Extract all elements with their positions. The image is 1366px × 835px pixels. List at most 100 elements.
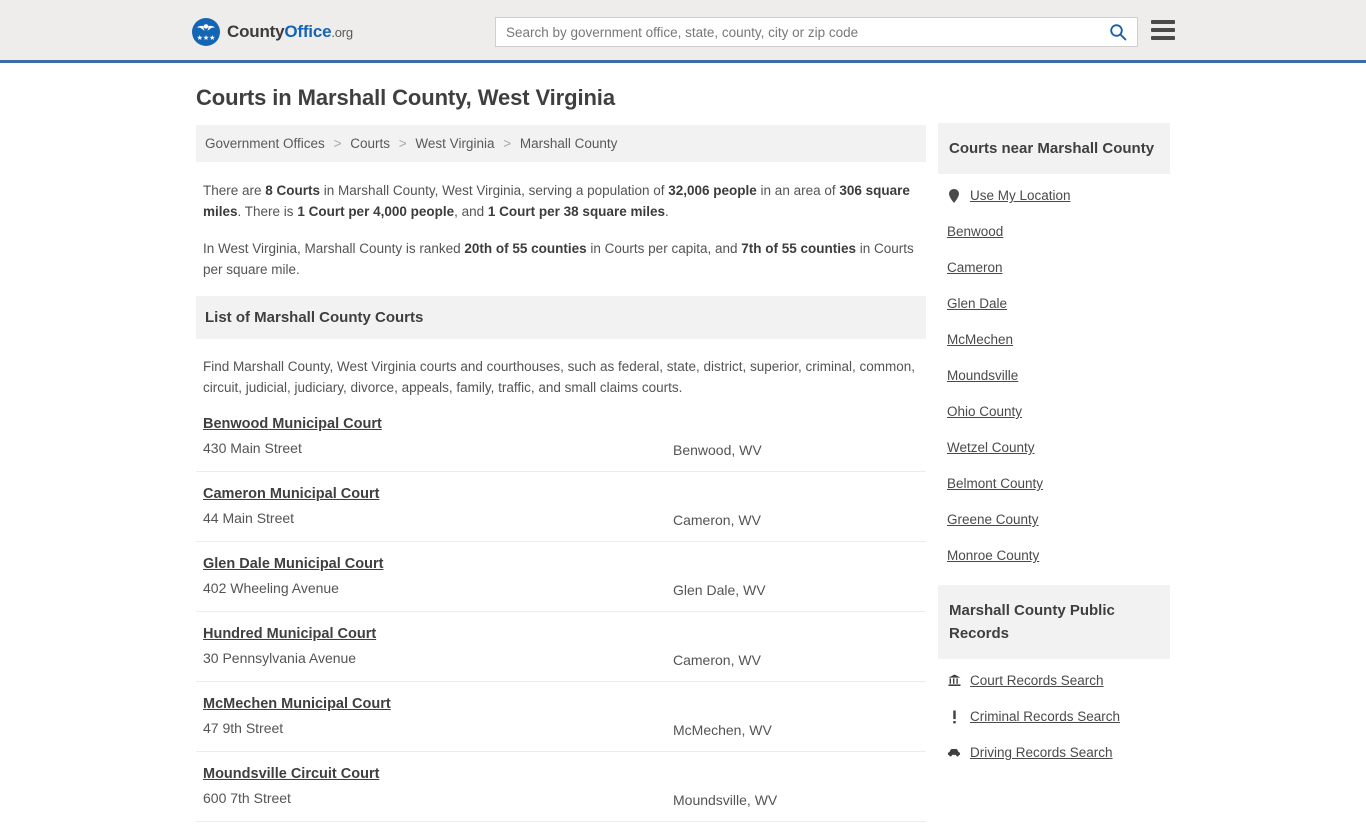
breadcrumb-item-west-virginia[interactable]: West Virginia [415,136,494,151]
nearby-link-label: Benwood [947,224,1004,239]
search-input[interactable] [496,18,1099,46]
court-city: Moundsville, WV [673,792,778,808]
court-address: 44 Main Street [203,510,295,526]
eagle-icon [196,24,216,31]
nearby-link-benwood[interactable]: Benwood [947,224,1161,239]
table-row: McMechen Municipal Court 47 9th Street M… [196,695,926,752]
table-row: Glen Dale Municipal Court 402 Wheeling A… [196,555,926,612]
stat-per-capita: 1 Court per 4,000 people [297,204,455,219]
intro-paragraph-counts: There are 8 Courts in Marshall County, W… [203,180,919,222]
court-address: 30 Pennsylvania Avenue [203,650,357,666]
exclamation-icon [947,710,961,724]
court-name-link[interactable]: McMechen Municipal Court [203,696,391,712]
nearby-link-belmont-county[interactable]: Belmont County [947,476,1161,491]
court-name-link[interactable]: Glen Dale Municipal Court [203,556,383,572]
court-city: Cameron, WV [673,652,761,668]
nearby-link-monroe-county[interactable]: Monroe County [947,548,1161,563]
logo-word-county: County [227,22,285,41]
stat-rank-per-area: 7th of 55 counties [741,241,857,256]
nearby-link-mcmechen[interactable]: McMechen [947,332,1161,347]
nearby-link-wetzel-county[interactable]: Wetzel County [947,440,1161,455]
court-city: Benwood, WV [673,442,762,458]
panel-heading-public-records: Marshall County Public Records [938,585,1170,659]
intro-statistics: There are 8 Courts in Marshall County, W… [196,180,926,280]
nearby-link-label: Glen Dale [947,296,1008,311]
intro-text: in an area of [756,183,840,198]
nearby-link-greene-county[interactable]: Greene County [947,512,1161,527]
court-city: McMechen, WV [673,722,772,738]
nearby-link-ohio-county[interactable]: Ohio County [947,404,1161,419]
driving-records-search-label: Driving Records Search [970,745,1113,760]
nearby-link-label: Belmont County [947,476,1044,491]
criminal-records-search-link[interactable]: Criminal Records Search [947,709,1161,724]
court-address: 47 9th Street [203,720,284,736]
nearby-link-moundsville[interactable]: Moundsville [947,368,1161,383]
nearby-link-cameron[interactable]: Cameron [947,260,1161,275]
court-name-link[interactable]: Hundred Municipal Court [203,626,376,642]
search-button[interactable] [1099,18,1137,46]
intro-text: . There is [237,204,298,219]
intro-text: In West Virginia, Marshall County is ran… [203,241,465,256]
court-name-link[interactable]: Moundsville Circuit Court [203,766,379,782]
breadcrumb-item-marshall-county[interactable]: Marshall County [520,136,618,151]
table-row: Moundsville Circuit Court 600 7th Street… [196,765,926,822]
court-details: Hundred Municipal Court 30 Pennsylvania … [203,625,673,666]
intro-text: in Marshall County, West Virginia, servi… [320,183,669,198]
page-title: Courts in Marshall County, West Virginia [196,85,615,110]
nearby-link-label: Greene County [947,512,1039,527]
site-header: ★★★ CountyOffice.org [0,0,1366,63]
logo-tld: .org [331,25,353,40]
intro-text: in Courts per capita, and [586,241,742,256]
court-address: 402 Wheeling Avenue [203,580,339,596]
breadcrumb: Government Offices > Courts > West Virgi… [196,125,926,162]
driving-records-search-link[interactable]: Driving Records Search [947,745,1161,760]
nearby-link-label: Ohio County [947,404,1023,419]
nearby-link-label: Wetzel County [947,440,1035,455]
nearby-link-label: Cameron [947,260,1003,275]
nearby-link-label: Monroe County [947,548,1040,563]
hamburger-menu-icon[interactable] [1151,20,1175,40]
court-details: Glen Dale Municipal Court 402 Wheeling A… [203,555,673,596]
court-details: Benwood Municipal Court 430 Main Street [203,415,673,456]
nearby-link-glen-dale[interactable]: Glen Dale [947,296,1161,311]
intro-text: , and [454,204,488,219]
breadcrumb-item-courts[interactable]: Courts [350,136,390,151]
breadcrumb-item-government-offices[interactable]: Government Offices [205,136,325,151]
nearby-link-label: McMechen [947,332,1014,347]
intro-text: . [664,204,669,219]
car-icon [947,748,961,757]
court-details: Cameron Municipal Court 44 Main Street [203,485,673,526]
main-content: Courts in Marshall County, West Virginia… [196,85,926,835]
site-logo[interactable]: ★★★ CountyOffice.org [192,18,353,46]
countyoffice-badge-icon: ★★★ [192,18,220,46]
panel-body-public-records: Court Records Search Criminal Records Se… [938,659,1170,760]
panel-heading-courts-nearby: Courts near Marshall County [938,123,1170,174]
court-details: McMechen Municipal Court 47 9th Street [203,695,673,736]
stat-rank-per-capita: 20th of 55 counties [464,241,587,256]
stat-per-area: 1 Court per 38 square miles [487,204,665,219]
courthouse-icon [947,674,961,687]
stars-glyph: ★★★ [196,35,216,42]
court-name-link[interactable]: Benwood Municipal Court [203,416,382,432]
court-address: 430 Main Street [203,440,302,456]
logo-word-office: Office [284,22,332,41]
use-my-location-link[interactable]: Use My Location [947,188,1161,203]
court-records-search-label: Court Records Search [970,673,1104,688]
stat-court-count: 8 Courts [265,183,321,198]
court-city: Glen Dale, WV [673,582,766,598]
search-bar[interactable] [495,17,1138,47]
court-records-search-link[interactable]: Court Records Search [947,673,1161,688]
court-city: Cameron, WV [673,512,761,528]
table-row: Benwood Municipal Court 430 Main Street … [196,415,926,472]
court-list-description: Find Marshall County, West Virginia cour… [203,359,916,395]
panel-courts-nearby: Courts near Marshall County Use My Locat… [938,123,1170,563]
table-row: Cameron Municipal Court 44 Main Street C… [196,485,926,542]
stat-population: 32,006 people [668,183,757,198]
panel-public-records: Marshall County Public Records Court Rec… [938,585,1170,760]
court-name-link[interactable]: Cameron Municipal Court [203,486,379,502]
breadcrumb-separator: > [398,136,407,151]
court-details: Moundsville Circuit Court 600 7th Street [203,765,673,806]
nearby-link-label: Moundsville [947,368,1019,383]
section-heading-court-list: List of Marshall County Courts [196,296,926,339]
search-icon [1110,24,1127,41]
